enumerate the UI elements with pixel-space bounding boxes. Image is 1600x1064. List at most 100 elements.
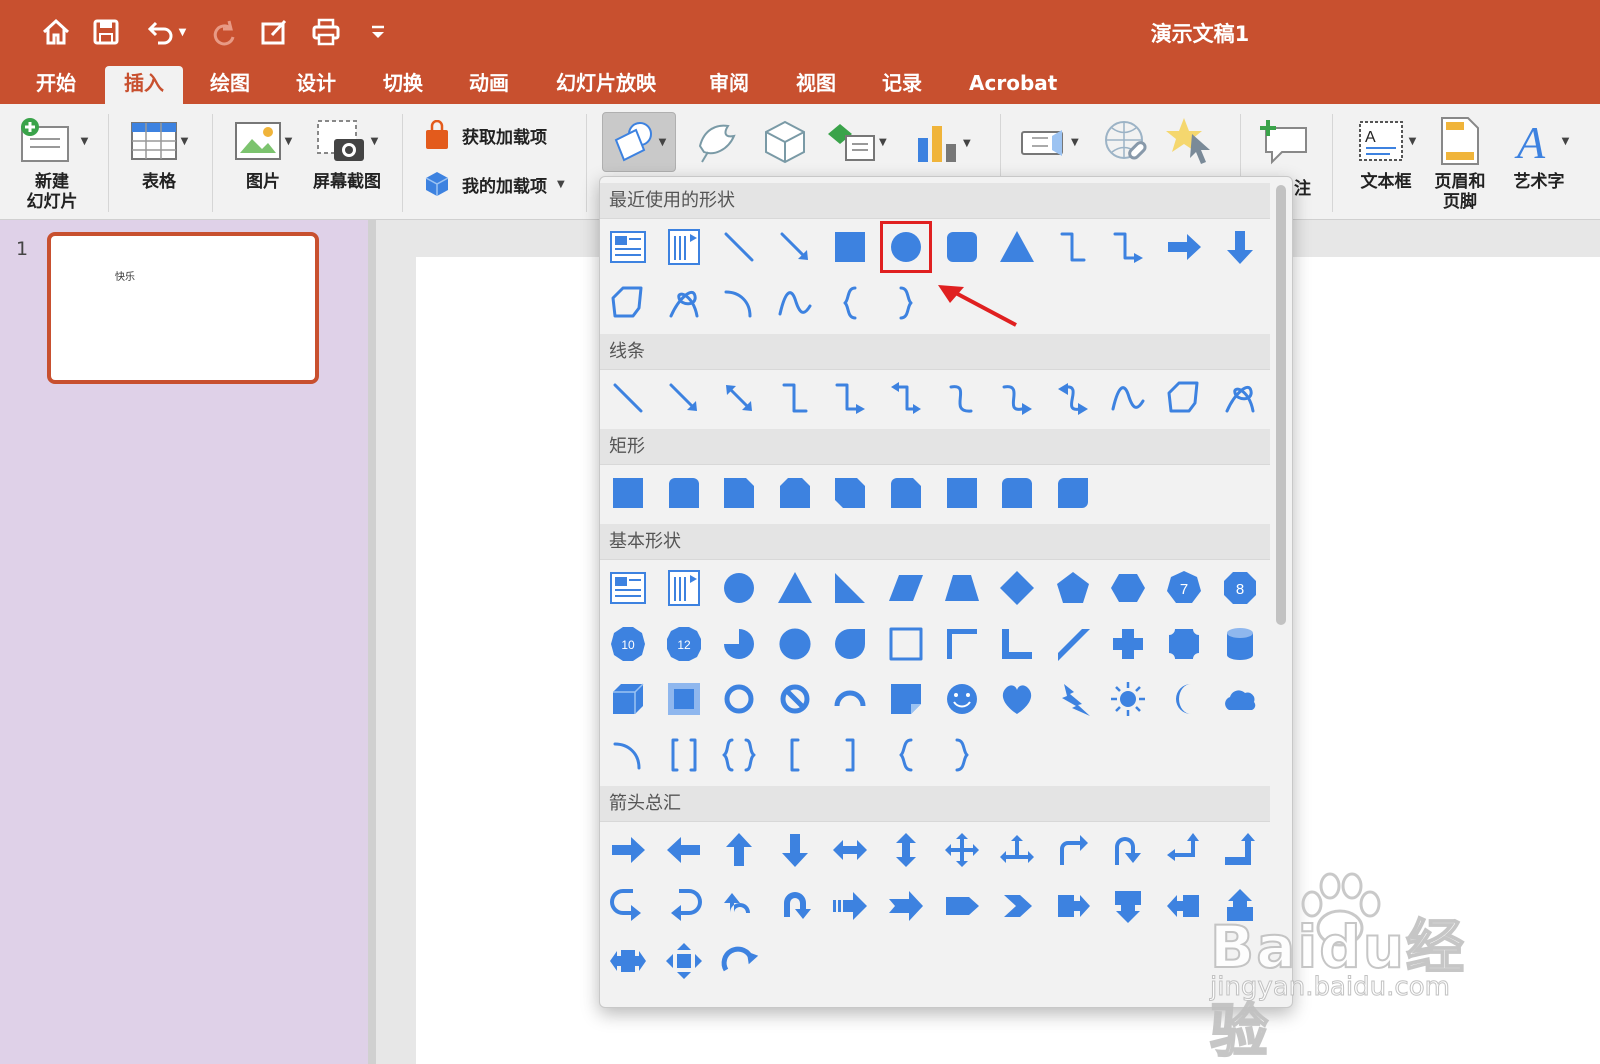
screenshot-dropdown-icon[interactable]: ▼ (371, 136, 379, 147)
shape-rtriangle[interactable] (828, 566, 872, 610)
shape-sniprnd[interactable] (884, 471, 928, 515)
shape-bentup[interactable] (1218, 828, 1262, 872)
shape-cloud[interactable] (1218, 677, 1262, 721)
home-button[interactable] (36, 14, 76, 50)
new-slide-button[interactable]: ▼ 新建 幻灯片 (12, 110, 92, 212)
shape-curvedbl[interactable] (1051, 376, 1095, 420)
shape-teardrop[interactable] (828, 622, 872, 666)
shape-rarrow[interactable] (1162, 225, 1206, 269)
shape-lbracket[interactable] (773, 733, 817, 777)
tab-draw[interactable]: 绘图 (210, 66, 250, 104)
my-addins-button[interactable]: 我的加载项 ▼ (424, 170, 565, 198)
tab-home[interactable]: 开始 (36, 66, 76, 104)
shape-chevron[interactable] (995, 884, 1039, 928)
shape-rarrow[interactable] (606, 828, 650, 872)
tab-slideshow[interactable]: 幻灯片放映 (556, 66, 656, 104)
action-button[interactable] (1166, 116, 1216, 172)
shapes-dropdown-icon[interactable]: ▼ (659, 137, 667, 148)
textbox-button[interactable]: A ▼ 文本框 (1348, 110, 1424, 192)
shape-pentagon[interactable] (1051, 566, 1095, 610)
textbox-dropdown-icon[interactable]: ▼ (1409, 136, 1417, 147)
table-dropdown-icon[interactable]: ▼ (181, 136, 189, 147)
shape-elbow[interactable] (773, 376, 817, 420)
shape-dblarrowline[interactable] (717, 376, 761, 420)
shape-vtextbox[interactable] (662, 566, 706, 610)
shape-parallelogram[interactable] (884, 566, 928, 610)
shape-dblbrace[interactable] (717, 733, 761, 777)
shape-heptagon7[interactable]: 7 (1162, 566, 1206, 610)
shape-oval[interactable] (717, 566, 761, 610)
shape-rect[interactable] (606, 471, 650, 515)
customize-toolbar-button[interactable] (358, 14, 398, 50)
shape-sun[interactable] (1106, 677, 1150, 721)
table-button[interactable]: ▼ 表格 (124, 110, 194, 192)
new-slide-dropdown-icon[interactable]: ▼ (81, 136, 89, 147)
shape-curvearrow[interactable] (995, 376, 1039, 420)
shape-blockarc[interactable] (828, 677, 872, 721)
shape-donut[interactable] (717, 677, 761, 721)
shape-rcallout[interactable] (1051, 884, 1095, 928)
shape-dodecagon12[interactable]: 12 (662, 622, 706, 666)
shape-rbrace[interactable] (884, 281, 928, 325)
slide-thumbnail[interactable]: 快乐 (47, 232, 319, 384)
shape-arc[interactable] (606, 733, 650, 777)
shape-foldedcorner[interactable] (884, 677, 928, 721)
shape-rndsame[interactable] (662, 471, 706, 515)
shape-uturn[interactable] (1106, 828, 1150, 872)
tab-animations[interactable]: 动画 (469, 66, 509, 104)
undo-dropdown-icon[interactable]: ▼ (179, 27, 187, 38)
shape-darrow[interactable] (773, 828, 817, 872)
picture-button[interactable]: ▼ 图片 (226, 110, 300, 192)
shape-textbox[interactable] (606, 566, 650, 610)
shape-uarrow[interactable] (717, 828, 761, 872)
shape-lshape[interactable] (995, 622, 1039, 666)
shape-rnddiag[interactable] (1051, 471, 1095, 515)
shape-hexagon[interactable] (1106, 566, 1150, 610)
shape-bevel[interactable] (662, 677, 706, 721)
my-addins-dropdown-icon[interactable]: ▼ (557, 179, 565, 190)
media-button[interactable]: ▼ (1018, 122, 1079, 162)
shape-elbowarrow[interactable] (828, 376, 872, 420)
smartart-dropdown-icon[interactable]: ▼ (879, 137, 887, 148)
shape-pentagonarrow[interactable] (940, 884, 984, 928)
shape-trapezoid[interactable] (940, 566, 984, 610)
shape-vtextbox[interactable] (662, 225, 706, 269)
shape-larrow[interactable] (662, 828, 706, 872)
undo-button[interactable]: ▼ (138, 14, 194, 50)
shape-curvedup[interactable] (717, 884, 761, 928)
shape-leftup[interactable] (1162, 828, 1206, 872)
shape-rect[interactable] (828, 225, 872, 269)
gallery-scrollbar[interactable] (1276, 185, 1286, 625)
shape-arc[interactable] (717, 281, 761, 325)
shape-triangle[interactable] (995, 225, 1039, 269)
shape-curvedleft[interactable] (662, 884, 706, 928)
shape-smiley[interactable] (940, 677, 984, 721)
shape-can[interactable] (1218, 622, 1262, 666)
shape-rbrace[interactable] (940, 733, 984, 777)
shape-rndsame[interactable] (995, 471, 1039, 515)
shape-roundrect[interactable] (940, 225, 984, 269)
wordart-button[interactable]: A ▼ 艺术字 (1504, 110, 1574, 192)
shape-lightning[interactable] (1051, 677, 1095, 721)
media-dropdown-icon[interactable]: ▼ (1071, 137, 1079, 148)
shape-udarrow[interactable] (884, 828, 928, 872)
shape-cube[interactable] (606, 677, 650, 721)
shape-plaque[interactable] (1162, 622, 1206, 666)
tab-view[interactable]: 视图 (796, 66, 836, 104)
tab-design[interactable]: 设计 (296, 66, 336, 104)
shape-frame[interactable] (884, 622, 928, 666)
shape-decagon10[interactable]: 10 (606, 622, 650, 666)
shape-lrup-arrow[interactable] (995, 828, 1039, 872)
shape-freeform[interactable] (606, 281, 650, 325)
shape-dblbracket[interactable] (662, 733, 706, 777)
shape-freeform[interactable] (1162, 376, 1206, 420)
shape-scribble[interactable] (1218, 376, 1262, 420)
shape-heart[interactable] (995, 677, 1039, 721)
shapes-button[interactable]: ▼ (602, 112, 676, 172)
shape-elbowdbl[interactable] (884, 376, 928, 420)
shape-line[interactable] (717, 225, 761, 269)
shape-darrow[interactable] (1218, 225, 1262, 269)
shape-wave[interactable] (1106, 376, 1150, 420)
shape-moon[interactable] (1162, 677, 1206, 721)
shape-stripedright[interactable] (828, 884, 872, 928)
